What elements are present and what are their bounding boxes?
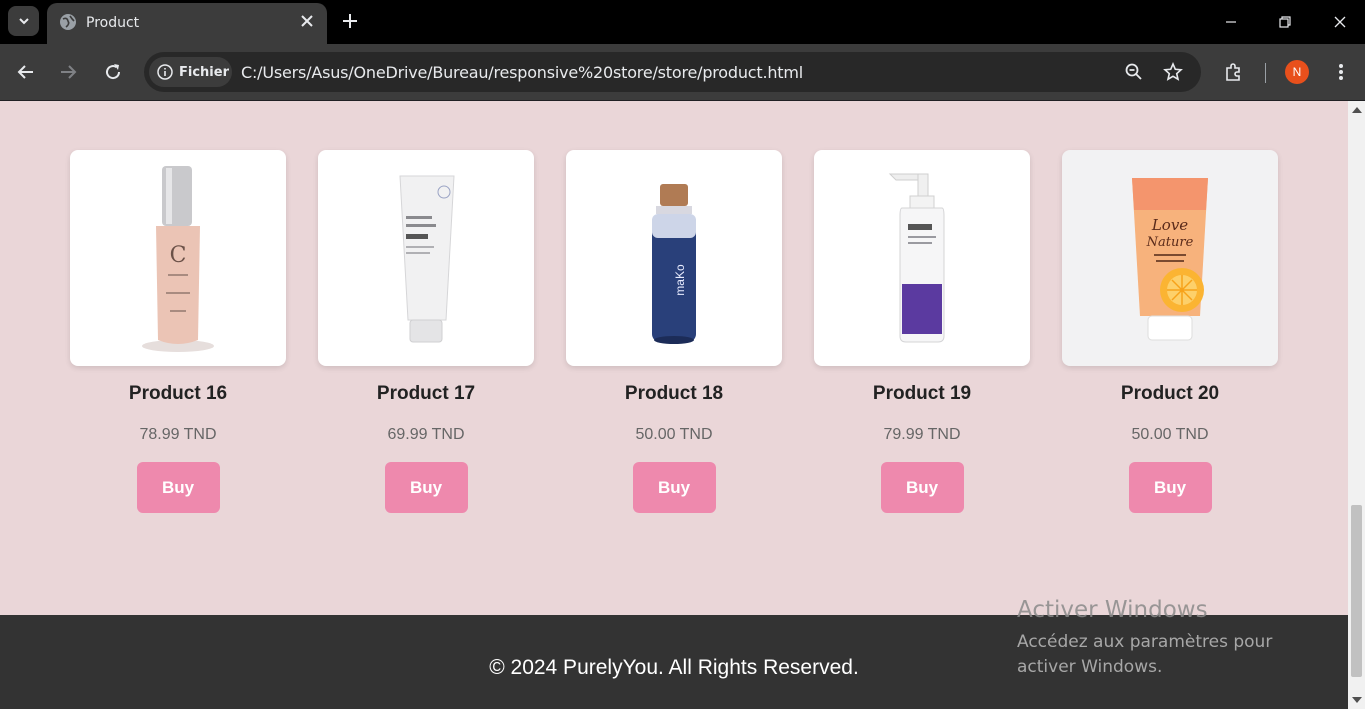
close-window-icon[interactable] [1328,10,1352,34]
menu-kebab-icon[interactable] [1329,60,1353,84]
scroll-thumb[interactable] [1351,505,1362,677]
address-bar[interactable]: Fichier C:/Users/Asus/OneDrive/Bureau/re… [144,52,1201,92]
product-price: 78.99 TND [139,426,217,443]
page-viewport: C Product 16 78.99 TND Buy Product 17 69… [0,101,1348,709]
product-price: 69.99 TND [387,426,465,443]
profile-avatar[interactable]: N [1285,60,1309,84]
product-card: C Product 16 78.99 TND Buy [70,150,286,513]
reload-icon[interactable] [101,60,125,84]
product-card: Product 17 69.99 TND Buy [318,150,534,513]
extensions-icon[interactable] [1221,60,1245,84]
product-price: 50.00 TND [1131,426,1209,443]
site-chip-label: Fichier [179,64,229,80]
svg-text:C: C [170,243,187,268]
product-name: Product 16 [128,383,228,404]
bookmark-star-icon[interactable] [1163,62,1183,82]
product-name: Product 17 [376,383,476,404]
windows-activation-subtitle: Accédez aux paramètres pour activer Wind… [1017,632,1273,677]
buy-button[interactable]: Buy [880,462,964,513]
svg-text:Love: Love [1151,216,1188,234]
buy-button[interactable]: Buy [384,462,468,513]
globe-icon [60,14,76,30]
product-name: Product 18 [624,383,724,404]
minimize-icon[interactable] [1219,10,1243,34]
product-card: Love Nature Product 20 50.00 TND Buy [1062,150,1278,513]
product-image[interactable]: C [70,150,286,366]
product-card: maKo Product 18 50.00 TND Buy [566,150,782,513]
restore-icon[interactable] [1273,10,1297,34]
product-image[interactable] [814,150,1030,366]
pump-bottle-icon [888,173,945,343]
product-price: 79.99 TND [883,426,961,443]
browser-toolbar: Fichier C:/Users/Asus/OneDrive/Bureau/re… [0,44,1365,101]
chevron-down-icon [18,18,29,25]
buy-button[interactable]: Buy [136,462,220,513]
tab-strip: Product [0,0,1365,44]
svg-text:Nature: Nature [1146,235,1194,250]
active-tab[interactable]: Product [47,3,327,44]
close-tab-icon[interactable] [299,13,315,29]
scroll-up-arrow-icon[interactable] [1352,107,1362,113]
blue-bottle-icon: maKo [652,184,696,344]
info-icon [157,64,173,80]
product-name: Product 20 [1120,383,1220,404]
zoom-icon[interactable] [1124,62,1144,82]
tab-title: Product [86,15,140,31]
url-text[interactable]: C:/Users/Asus/OneDrive/Bureau/responsive… [241,63,803,82]
windows-activation-title: Activer Windows [1017,597,1208,623]
vertical-scrollbar[interactable] [1348,101,1365,709]
buy-button[interactable]: Buy [1128,462,1212,513]
face-gel-tube-icon: Love Nature [1132,178,1208,341]
product-image[interactable] [318,150,534,366]
product-price: 50.00 TND [635,426,713,443]
new-tab-icon[interactable] [340,11,360,31]
forward-icon[interactable] [56,60,80,84]
buy-button[interactable]: Buy [632,462,716,513]
svg-text:maKo: maKo [673,264,687,296]
product-image[interactable]: maKo [566,150,782,366]
product-name: Product 19 [872,383,972,404]
product-card: Product 19 79.99 TND Buy [814,150,1030,513]
product-grid-section: C Product 16 78.99 TND Buy Product 17 69… [0,101,1348,615]
scroll-down-arrow-icon[interactable] [1352,697,1362,703]
product-image[interactable]: Love Nature [1062,150,1278,366]
site-info-chip[interactable]: Fichier [149,57,232,87]
toolbar-divider [1265,63,1266,83]
tab-search-button[interactable] [8,6,39,36]
back-icon[interactable] [14,60,38,84]
foundation-bottle-icon: C [142,166,214,352]
cream-tube-icon [399,175,455,343]
